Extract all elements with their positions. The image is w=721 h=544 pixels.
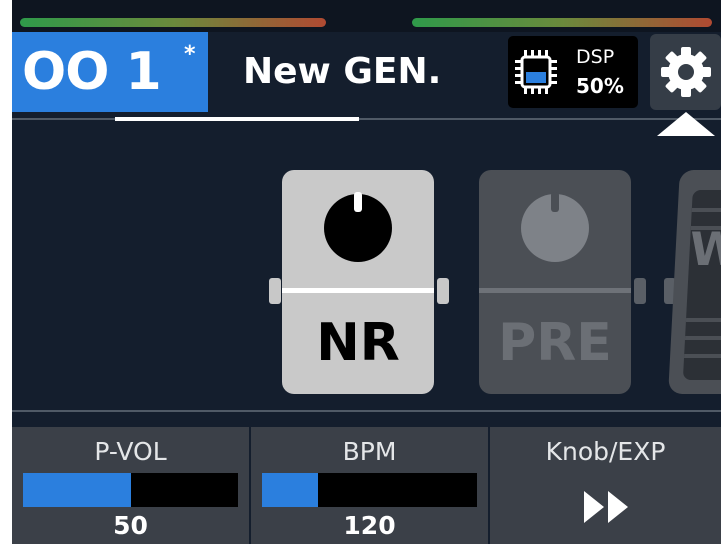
block-upper bbox=[479, 170, 631, 288]
param-value: 120 bbox=[343, 511, 396, 540]
slider-fill bbox=[262, 473, 318, 507]
preset-name[interactable]: New GEN. bbox=[243, 46, 441, 98]
preset-number: OO 1 bbox=[22, 42, 162, 102]
fx-block-wah[interactable]: W bbox=[668, 170, 721, 394]
block-divider bbox=[479, 288, 631, 293]
knob-indicator bbox=[354, 192, 362, 212]
block-name: NR bbox=[316, 313, 400, 373]
device-screen: OO 1 * New GEN. DSP 50% NR PRE W P-VOL 5… bbox=[12, 0, 721, 544]
block-name: PRE bbox=[498, 313, 612, 373]
chip-icon bbox=[515, 50, 557, 94]
block-upper bbox=[282, 170, 434, 288]
header: OO 1 * New GEN. DSP 50% bbox=[12, 32, 721, 114]
footer-divider bbox=[12, 410, 721, 412]
dsp-meter: DSP 50% bbox=[508, 36, 638, 108]
param-label: BPM bbox=[342, 437, 397, 466]
wah-pedal-icon bbox=[682, 190, 721, 380]
block-name: W bbox=[688, 222, 721, 276]
chain-connector bbox=[437, 278, 449, 304]
pedal-ridge bbox=[685, 318, 721, 322]
chain-connector bbox=[269, 278, 281, 304]
param-pvol[interactable]: P-VOL 50 bbox=[12, 427, 249, 544]
pedal-ridge bbox=[684, 336, 721, 340]
param-bpm[interactable]: BPM 120 bbox=[251, 427, 488, 544]
knob-indicator bbox=[551, 192, 559, 212]
signal-chain: NR PRE W bbox=[12, 120, 721, 410]
preset-number-button[interactable]: OO 1 * bbox=[12, 32, 208, 112]
level-meter-strip bbox=[12, 0, 721, 32]
dsp-usage: 50% bbox=[576, 74, 624, 98]
param-knob-exp[interactable]: Knob/EXP bbox=[490, 427, 721, 544]
pedal-ridge bbox=[691, 208, 721, 212]
param-label: P-VOL bbox=[94, 437, 167, 466]
gear-icon bbox=[660, 47, 711, 97]
param-slider[interactable] bbox=[23, 473, 238, 507]
fx-block-pre[interactable]: PRE bbox=[479, 170, 631, 394]
settings-button[interactable] bbox=[650, 34, 721, 110]
preset-modified-marker: * bbox=[184, 42, 196, 67]
param-label: Knob/EXP bbox=[545, 437, 666, 466]
param-slider[interactable] bbox=[262, 473, 477, 507]
output-level-meter bbox=[412, 18, 712, 27]
chain-connector bbox=[634, 278, 646, 304]
parameter-bar: P-VOL 50 BPM 120 Knob/EXP bbox=[12, 427, 721, 544]
slider-fill bbox=[23, 473, 131, 507]
param-value: 50 bbox=[113, 511, 148, 540]
fast-forward-icon[interactable] bbox=[582, 489, 632, 525]
block-divider bbox=[282, 288, 434, 293]
pedal-ridge bbox=[684, 354, 721, 358]
input-level-meter bbox=[20, 18, 326, 27]
fx-block-nr[interactable]: NR bbox=[282, 170, 434, 394]
dsp-label: DSP bbox=[576, 46, 615, 68]
